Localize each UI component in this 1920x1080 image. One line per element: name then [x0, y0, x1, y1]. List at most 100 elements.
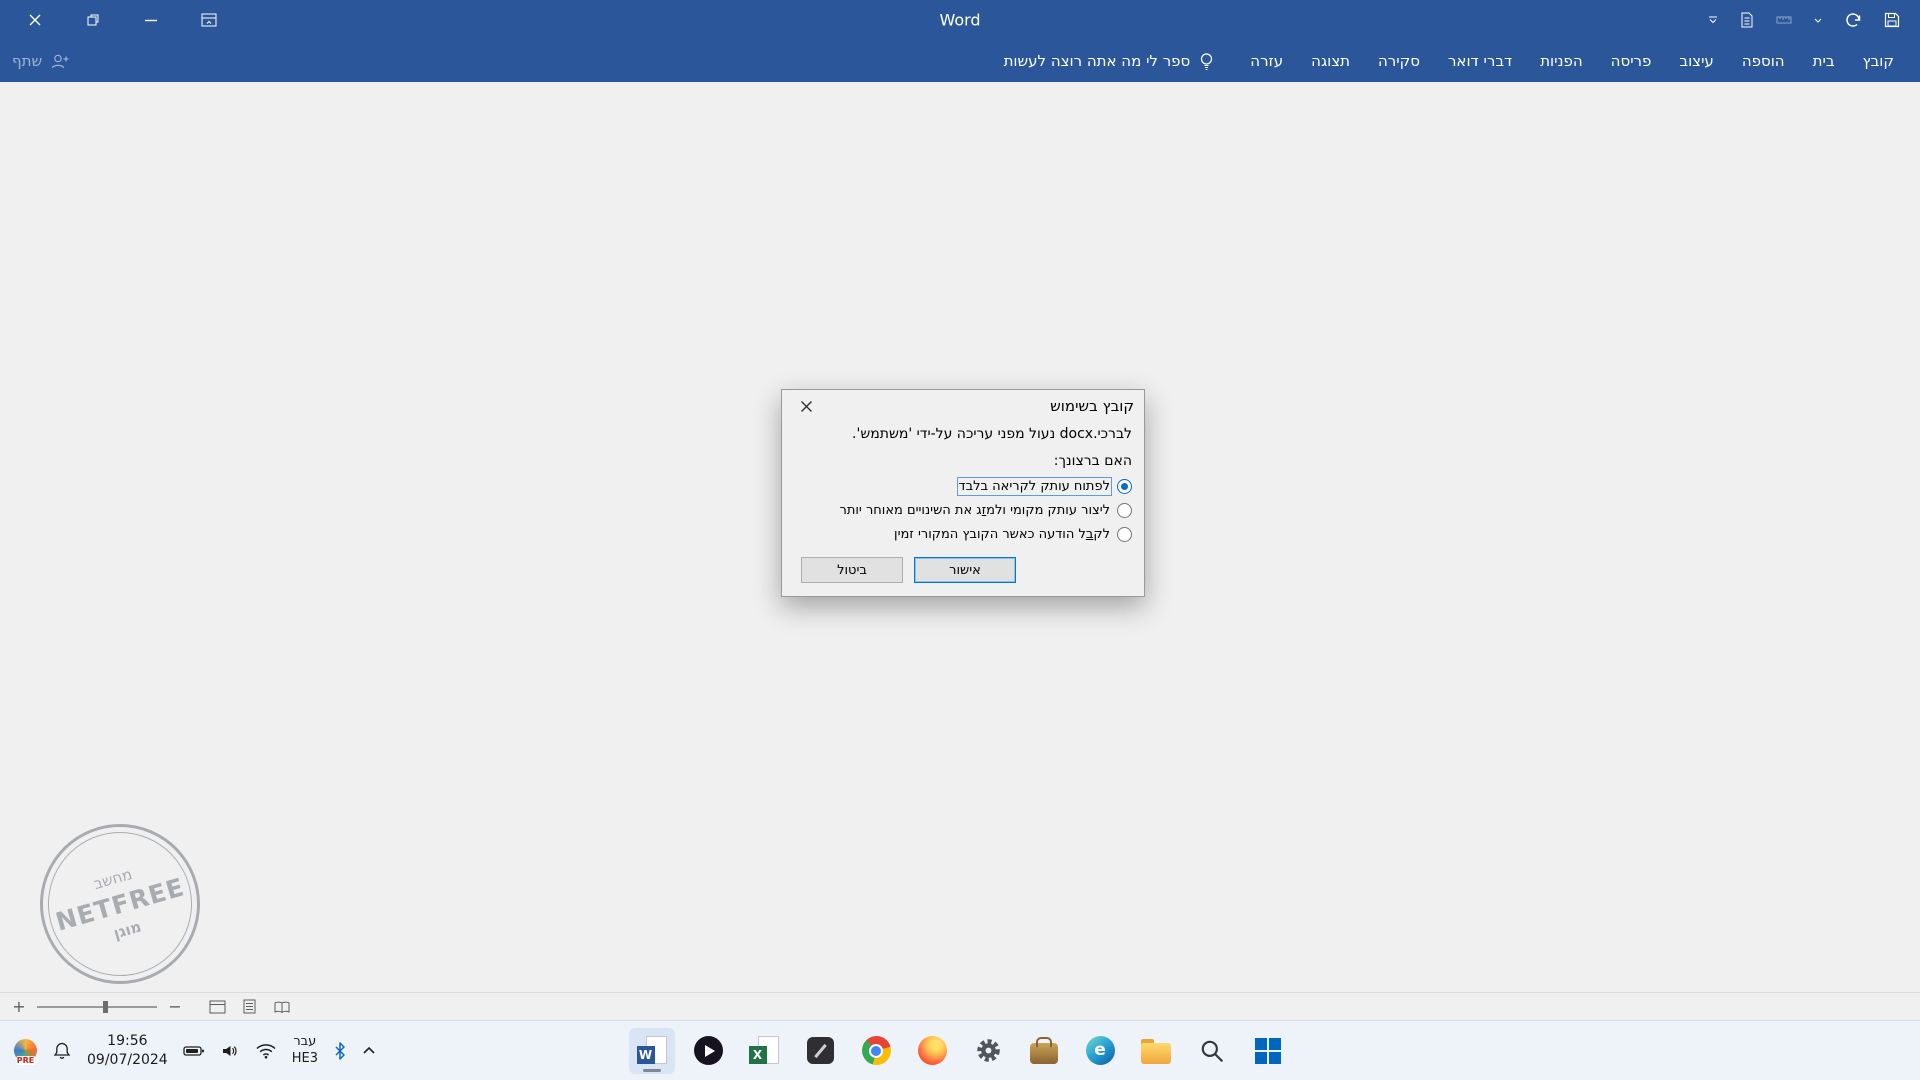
clock[interactable]: 19:56 09/07/2024	[87, 1032, 168, 1068]
option-open-readonly[interactable]: לפתוח עותק לקריאה בלבד	[794, 474, 1132, 498]
redo-button[interactable]	[1844, 13, 1862, 28]
taskbar-start-button[interactable]	[1245, 1028, 1291, 1074]
dialog-body: לברכי.docx נעול מפני עריכה על-ידי 'משתמש…	[782, 426, 1144, 583]
wifi-icon	[255, 1042, 277, 1059]
titlebar: Word	[0, 0, 1920, 40]
tab-home[interactable]: בית	[1799, 40, 1849, 82]
edge-icon: e	[1086, 1036, 1115, 1065]
disabled-tool-button[interactable]	[1776, 15, 1792, 25]
watermark-bottom-text: מוגן	[111, 917, 143, 942]
option-local-copy-merge[interactable]: ליצור עותק מקומי ולמזג את השינויים מאוחר…	[794, 498, 1132, 522]
dialog-prompt: האם ברצונך:	[794, 453, 1132, 469]
briefcase-icon	[1030, 1043, 1058, 1064]
web-layout-icon	[209, 1000, 226, 1014]
taskbar-settings-button[interactable]	[965, 1028, 1011, 1074]
pre-widget-icon: PRE	[14, 1039, 37, 1062]
taskbar-media-player-button[interactable]	[685, 1028, 731, 1074]
tab-layout[interactable]: פריסה	[1597, 40, 1666, 82]
lightbulb-icon	[1199, 52, 1214, 71]
ribbon-display-options-button[interactable]	[198, 9, 220, 31]
tab-review[interactable]: סקירה	[1364, 40, 1434, 82]
taskbar-search-button[interactable]	[1189, 1028, 1235, 1074]
save-button[interactable]	[1884, 12, 1900, 28]
option-open-readonly-label: לפתוח עותק לקריאה בלבד	[959, 479, 1111, 494]
document-tool-button[interactable]	[1740, 12, 1754, 28]
share-button[interactable]: שתף	[12, 52, 70, 70]
language-secondary: HE3	[292, 1051, 318, 1067]
bluetooth-button[interactable]	[333, 1041, 347, 1061]
netfree-stamp-ring: מחשב NETFREE מוגן	[21, 805, 219, 1003]
window-title: Word	[939, 11, 980, 30]
taskbar-edge-button[interactable]: e	[1077, 1028, 1123, 1074]
radio-open-readonly[interactable]	[1117, 479, 1132, 494]
word-icon: W	[637, 1035, 668, 1066]
ribbon-display-options-icon	[201, 13, 217, 27]
chrome-icon	[862, 1036, 891, 1065]
dialog-title: קובץ בשימוש	[1050, 397, 1134, 415]
tab-design[interactable]: עיצוב	[1665, 40, 1727, 82]
zoom-slider-thumb[interactable]	[103, 1001, 108, 1013]
taskbar-dark-app-button[interactable]	[797, 1028, 843, 1074]
dialog-close-button[interactable]	[792, 393, 820, 419]
read-mode-button[interactable]	[273, 1000, 291, 1014]
tab-insert[interactable]: הוספה	[1728, 40, 1799, 82]
radio-notify-when-available[interactable]	[1117, 527, 1132, 542]
firefox-icon	[918, 1036, 947, 1065]
search-icon	[1199, 1038, 1225, 1064]
tab-help[interactable]: עזרה	[1236, 40, 1297, 82]
wifi-button[interactable]	[255, 1042, 277, 1059]
zoom-in-button[interactable]: +	[10, 999, 28, 1015]
language-indicator[interactable]: עבר HE3	[292, 1034, 318, 1067]
taskbar-chrome-button[interactable]	[853, 1028, 899, 1074]
read-mode-icon	[273, 1000, 291, 1014]
taskbar-firefox-button[interactable]	[909, 1028, 955, 1074]
file-in-use-dialog: קובץ בשימוש לברכי.docx נעול מפני עריכה ע…	[781, 389, 1145, 597]
tab-mailings[interactable]: דברי דואר	[1434, 40, 1526, 82]
option-notify-when-available[interactable]: לקבל הודעה כאשר הקובץ המקורי זמין	[794, 522, 1132, 546]
minimize-button[interactable]	[140, 9, 162, 31]
notifications-button[interactable]	[52, 1041, 72, 1061]
tab-view[interactable]: תצוגה	[1297, 40, 1364, 82]
share-label: שתף	[12, 52, 42, 70]
status-bar: + −	[0, 992, 1920, 1020]
save-icon	[1884, 12, 1900, 28]
web-layout-button[interactable]	[209, 1000, 226, 1014]
tell-me-box[interactable]: ספר לי מה אתה רוצה לעשות	[1004, 52, 1215, 71]
volume-button[interactable]	[220, 1042, 240, 1060]
show-hidden-icons-button[interactable]	[362, 1046, 376, 1055]
battery-icon	[183, 1043, 205, 1059]
taskbar-file-explorer-button[interactable]	[1133, 1028, 1179, 1074]
restore-icon	[86, 13, 100, 27]
tab-file[interactable]: קובץ	[1849, 40, 1909, 82]
taskbar-briefcase-button[interactable]	[1021, 1028, 1067, 1074]
media-player-icon	[694, 1036, 723, 1065]
time: 19:56	[87, 1032, 168, 1050]
language-primary: עבר	[292, 1034, 318, 1050]
disabled-tool-icon	[1776, 15, 1792, 25]
cancel-button[interactable]: ביטול	[801, 557, 903, 583]
option-notify-when-available-label: לקבל הודעה כאשר הקובץ המקורי זמין	[894, 527, 1110, 542]
system-tray: PRE 19:56 09/07/2024 עבר HE3	[0, 1021, 376, 1080]
pre-badge: PRE	[16, 1056, 36, 1065]
document-icon	[1740, 12, 1754, 28]
battery-button[interactable]	[183, 1043, 205, 1059]
customize-toolbar-button[interactable]	[1708, 16, 1718, 25]
radio-local-copy-merge[interactable]	[1117, 503, 1132, 518]
print-layout-button[interactable]	[243, 999, 256, 1014]
view-shortcuts	[209, 999, 291, 1014]
restore-button[interactable]	[82, 9, 104, 31]
dialog-options: לפתוח עותק לקריאה בלבד ליצור עותק מקומי …	[794, 474, 1132, 546]
pre-widget-button[interactable]: PRE	[14, 1039, 37, 1062]
qat-dropdown-button[interactable]	[1814, 18, 1822, 23]
zoom-slider[interactable]	[37, 1006, 157, 1008]
dark-app-icon	[807, 1037, 834, 1064]
ok-button[interactable]: אישור	[914, 557, 1016, 583]
quick-access-toolbar	[1708, 12, 1920, 28]
close-button[interactable]	[24, 9, 46, 31]
taskbar-excel-button[interactable]: X	[741, 1028, 787, 1074]
taskbar-word-button[interactable]: W	[629, 1028, 675, 1074]
zoom-out-button[interactable]: −	[166, 999, 184, 1015]
dialog-message: לברכי.docx נעול מפני עריכה על-ידי 'משתמש…	[794, 426, 1132, 442]
tab-references[interactable]: הפניות	[1526, 40, 1596, 82]
settings-gear-icon	[975, 1037, 1002, 1064]
